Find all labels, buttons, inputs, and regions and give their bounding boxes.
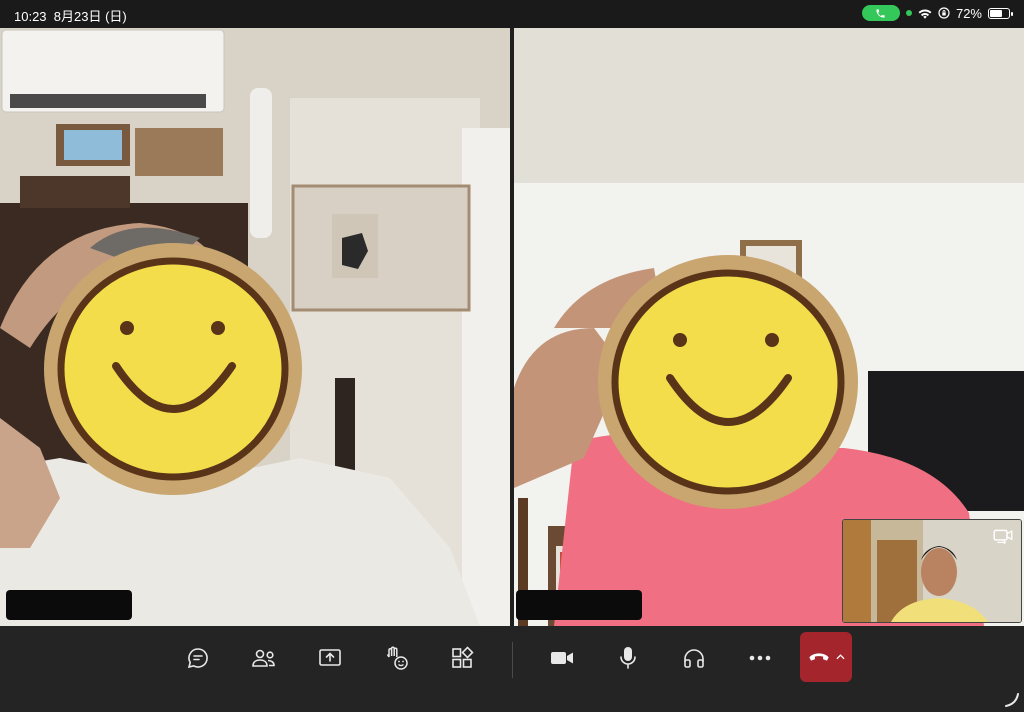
audio-device-button[interactable] [672, 640, 716, 676]
chat-icon [187, 648, 208, 669]
share-screen-button[interactable] [308, 640, 352, 676]
camera-in-use-dot [905, 10, 912, 16]
orientation-lock-icon [938, 7, 950, 19]
camera-icon [551, 652, 573, 664]
name-plate-left [6, 590, 132, 620]
phone-icon [876, 8, 886, 18]
smiley-sticker-right [598, 255, 858, 509]
more-options-button[interactable] [738, 640, 782, 676]
status-date: 8月23日 (日) [53, 9, 127, 24]
name-plate-right [516, 590, 642, 620]
share-screen-icon [319, 649, 341, 666]
reactions-button[interactable] [374, 640, 418, 676]
wifi-icon [918, 8, 932, 19]
status-time-date: 10:23 8月23日 (日) [14, 6, 127, 25]
hang-up-icon [808, 653, 829, 661]
people-button[interactable] [242, 640, 286, 676]
status-bar: 10:23 8月23日 (日) 72% [0, 0, 1024, 28]
active-call-pill[interactable] [861, 5, 900, 21]
status-right-group: 72% [861, 5, 1013, 21]
video-tile-left[interactable] [0, 28, 510, 626]
microphone-icon [620, 647, 636, 669]
self-view-preview[interactable] [842, 519, 1022, 623]
smiley-sticker-left [44, 243, 302, 495]
chat-button[interactable] [176, 640, 220, 676]
battery-percent: 72% [955, 5, 982, 21]
more-icon [749, 655, 771, 661]
hang-up-button[interactable] [800, 632, 852, 682]
battery-icon [988, 7, 1013, 19]
headphones-icon [684, 649, 704, 668]
people-icon [252, 649, 275, 667]
apps-button[interactable] [440, 640, 484, 676]
meeting-toolbar [0, 626, 1024, 712]
reactions-icon [386, 646, 408, 670]
resize-handle-icon[interactable] [1002, 690, 1020, 708]
chevron-up-icon[interactable] [835, 654, 845, 660]
switch-camera-icon[interactable] [993, 528, 1013, 544]
status-time: 10:23 [14, 9, 47, 24]
camera-button[interactable] [540, 640, 584, 676]
toolbar-divider [512, 642, 513, 678]
microphone-button[interactable] [606, 640, 650, 676]
apps-icon [452, 646, 474, 668]
